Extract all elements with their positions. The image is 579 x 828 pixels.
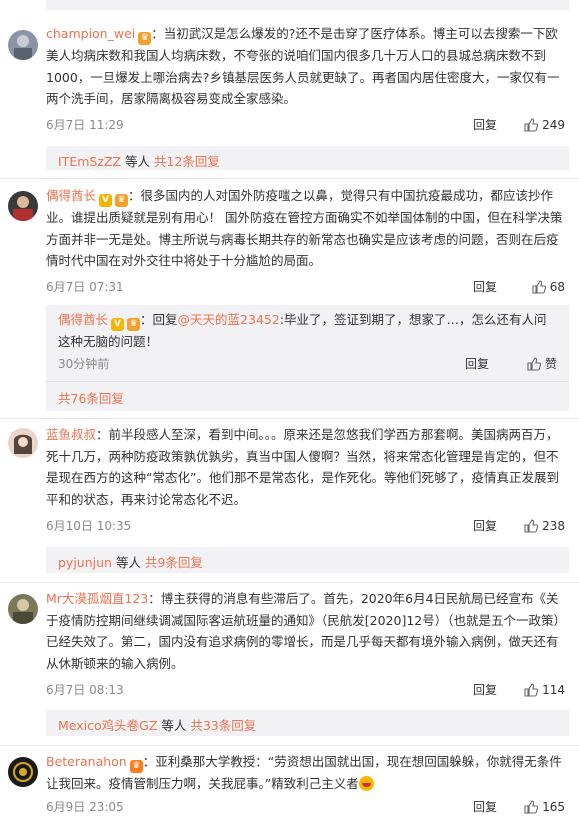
reply-button[interactable]: 回复	[473, 680, 497, 700]
reply-button[interactable]: 回复	[473, 277, 497, 297]
vip-badge-icon: ♛	[129, 760, 143, 773]
sub-replies-link[interactable]: pyjunjun 等人 共9条回复	[46, 547, 569, 576]
thumb-up-icon	[524, 800, 539, 820]
sub-reply-count[interactable]: 共9条回复	[145, 555, 203, 570]
divider	[0, 582, 579, 583]
thumb-up-icon	[524, 683, 539, 703]
timestamp: 6月9日 23:05	[46, 800, 124, 814]
sub-replies-box: 偶得酋长 V ♛ ：回复@天天的蓝23452:毕业了，签证到期了，想家了…，怎么还有人…	[46, 305, 569, 411]
timestamp: 6月7日 08:13	[46, 683, 124, 697]
like-count: 238	[542, 519, 565, 533]
comment-body: Beteranahon ♛ ：亚利桑那大学教授：“劳资想出国就出国，现在想回国躲躲，…	[46, 754, 562, 791]
nested-username[interactable]: 偶得酋长	[58, 312, 108, 327]
vip-badge-icon: ♛	[127, 318, 141, 331]
like-count: 68	[549, 280, 565, 294]
like-button[interactable]: 165	[524, 797, 565, 820]
vip-badge-icon: ♛	[138, 32, 152, 45]
sub-replier-name[interactable]: pyjunjun	[58, 555, 112, 570]
sub-reply-count[interactable]: 共33条回复	[190, 718, 256, 733]
like-count: 165	[542, 800, 565, 814]
reply-button[interactable]: 回复	[473, 115, 497, 135]
comment-meta: 6月10日 10:35 回复 238	[46, 516, 565, 536]
comment-meta: 6月9日 23:05 回复 165	[46, 797, 565, 817]
comment-body: 偶得酋长 V ♛ ：很多国内的人对国外防疫嗤之以鼻，觉得只有中国抗疫最成功，都应该抄作…	[46, 188, 563, 268]
avatar[interactable]	[8, 191, 38, 221]
timestamp: 6月10日 10:35	[46, 519, 132, 533]
verified-badge-icon: V	[111, 318, 125, 331]
timestamp: 30分钟前	[58, 357, 110, 371]
sub-replies-link[interactable]: ITEmSzZZ 等人 共12条回复	[46, 146, 569, 175]
reply-button[interactable]: 回复	[473, 797, 497, 817]
comment-body: champion_wei ♛ ：当初武汉是怎么爆发的?还不是击穿了医疗体系。博主可以…	[46, 26, 560, 106]
username[interactable]: 偶得酋长	[46, 188, 96, 203]
sub-replier-name[interactable]: Mexico鸡头卷GZ	[58, 718, 157, 733]
sub-replier-name[interactable]: ITEmSzZZ	[58, 154, 121, 169]
sub-replies-box: pyjunjun 等人 共9条回复	[46, 547, 569, 573]
mention-link[interactable]: @天天的蓝23452	[178, 312, 280, 327]
sub-replies-box: ITEmSzZZ 等人 共12条回复	[46, 146, 569, 170]
like-button[interactable]: 赞	[527, 354, 557, 377]
sub-replies-link[interactable]: Mexico鸡头卷GZ 等人 共33条回复	[46, 710, 569, 739]
timestamp: 6月7日 07:31	[46, 280, 124, 294]
timestamp: 6月7日 11:29	[46, 118, 124, 132]
avatar[interactable]	[8, 757, 38, 787]
comment-body: Mr大漠孤烟直123：博主获得的消息有些滞后了。首先，2020年6月4日民航局已…	[46, 591, 560, 671]
thumb-up-icon	[524, 519, 539, 539]
username[interactable]: 蓝鱼叔叔	[46, 427, 96, 442]
sub-reply-count[interactable]: 共76条回复	[58, 388, 124, 407]
divider	[46, 381, 569, 382]
like-button[interactable]: 68	[532, 277, 565, 300]
like-count: 114	[542, 683, 565, 697]
like-button[interactable]: 114	[524, 680, 565, 703]
comment-text: 前半段感人至深，看到中间。。。原来还是忽悠我们学西方那套啊。美国病两百万，死十几…	[46, 427, 559, 507]
sub-reply-count[interactable]: 共12条回复	[154, 154, 220, 169]
reply-button[interactable]: 回复	[473, 516, 497, 536]
comment-meta: 6月7日 07:31 回复 68	[46, 277, 565, 297]
divider	[0, 178, 579, 179]
avatar[interactable]	[8, 594, 38, 624]
like-count: 249	[542, 118, 565, 132]
comment-meta: 6月7日 11:29 回复 249	[46, 115, 565, 135]
thumb-up-icon	[527, 357, 542, 377]
nested-meta: 30分钟前 回复 赞	[58, 354, 557, 374]
avatar[interactable]	[8, 428, 38, 458]
previous-reply-box	[46, 0, 569, 10]
username[interactable]: champion_wei	[46, 26, 135, 41]
sub-replies-box: Mexico鸡头卷GZ 等人 共33条回复	[46, 710, 569, 736]
like-button[interactable]: 238	[524, 516, 565, 539]
verified-badge-icon: V	[99, 194, 113, 207]
username[interactable]: Beteranahon	[46, 754, 127, 769]
comment-meta: 6月7日 08:13 回复 114	[46, 680, 565, 700]
smiley-icon	[358, 776, 374, 791]
avatar[interactable]	[8, 30, 38, 60]
nested-reply: 偶得酋长 V ♛ ：回复@天天的蓝23452:毕业了，签证到期了，想家了…，怎么还有人…	[58, 312, 547, 349]
reply-button[interactable]: 回复	[465, 354, 489, 374]
thumb-up-icon	[524, 118, 539, 138]
comment-body: 蓝鱼叔叔：前半段感人至深，看到中间。。。原来还是忽悠我们学西方那套啊。美国病两百…	[46, 427, 559, 507]
username[interactable]: Mr大漠孤烟直123	[46, 591, 148, 606]
like-button[interactable]: 249	[524, 115, 565, 138]
divider	[0, 745, 579, 746]
vip-badge-icon: ♛	[115, 194, 129, 207]
divider	[0, 418, 579, 419]
thumb-up-icon	[532, 280, 546, 300]
